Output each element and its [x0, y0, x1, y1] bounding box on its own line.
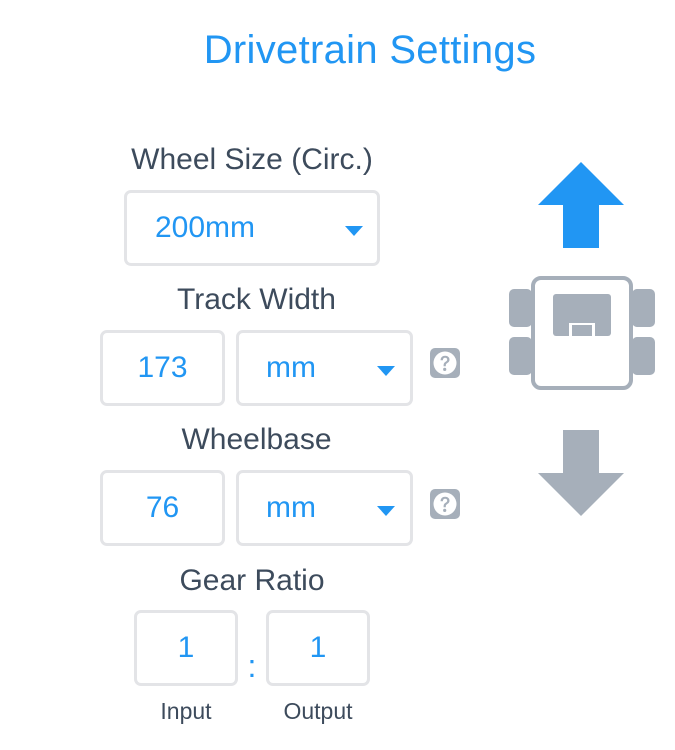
page-title: Drivetrain Settings	[203, 28, 537, 72]
wheelbase-unit-select[interactable]: mm	[236, 470, 413, 546]
wheelbase-label: Wheelbase	[181, 423, 332, 456]
gear-ratio-output-field[interactable]: 1	[266, 610, 370, 686]
wheel-size-label: Wheel Size (Circ.)	[131, 143, 373, 176]
chevron-down-icon	[345, 226, 363, 236]
arrow-up-icon[interactable]	[537, 162, 625, 250]
wheelbase-input[interactable]: 76	[100, 470, 225, 546]
gear-ratio-label: Gear Ratio	[179, 564, 325, 597]
chevron-down-icon	[377, 366, 395, 376]
question-icon[interactable]	[429, 488, 461, 520]
wheelbase-unit-value: mm	[266, 491, 316, 524]
arrow-down-icon[interactable]	[537, 430, 625, 518]
chevron-down-icon	[377, 506, 395, 516]
gear-ratio-output-label: Output	[283, 698, 353, 724]
track-width-label: Track Width	[177, 283, 336, 316]
gear-ratio-input-field[interactable]: 1	[134, 610, 238, 686]
gear-ratio-input-label: Input	[160, 698, 212, 724]
question-icon[interactable]	[429, 347, 461, 379]
gear-ratio-separator: :	[247, 648, 257, 684]
track-width-input[interactable]: 173	[100, 330, 225, 406]
robot-drivetrain-icon	[509, 276, 655, 390]
wheel-size-select[interactable]: 200mm	[124, 190, 380, 266]
track-width-unit-select[interactable]: mm	[236, 330, 413, 406]
track-width-unit-value: mm	[266, 351, 316, 384]
wheel-size-value: 200mm	[155, 211, 256, 244]
